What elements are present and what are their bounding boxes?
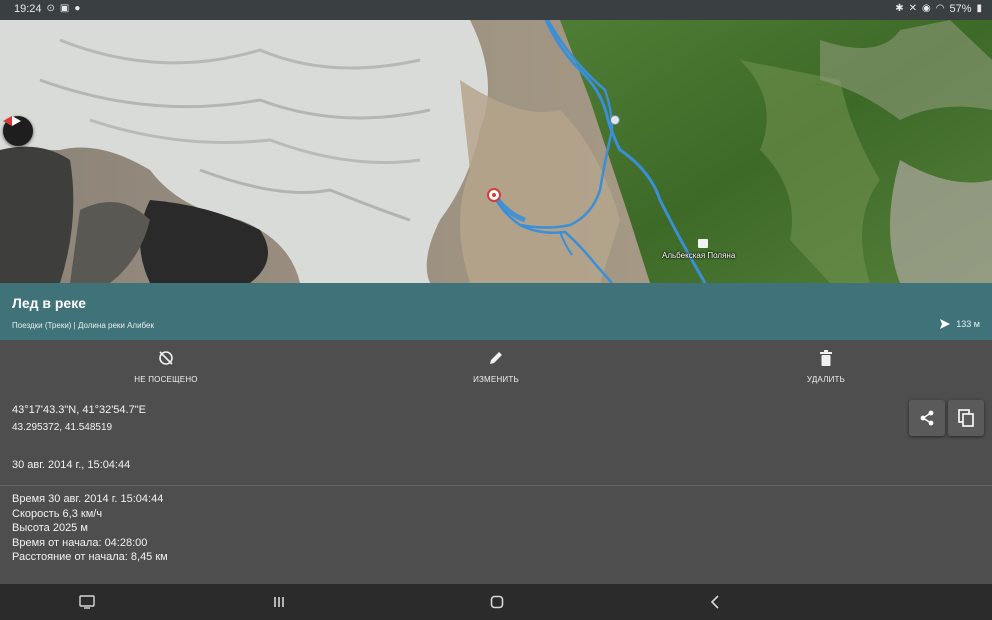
divider [0,485,992,486]
system-nav-bar [0,584,992,620]
target-icon: ⊙ [46,3,55,14]
not-visited-label: НЕ ПОСЕЩЕНО [134,375,198,384]
breadcrumb[interactable]: Поездки (Треки) | Долина реки Алибек [12,321,154,330]
copy-icon [958,409,974,427]
point-header: Лед в реке Поездки (Треки) | Долина реки… [0,283,992,340]
track-stats: Время 30 авг. 2014 г. 15:04:44 Скорость … [12,492,168,565]
battery-icon: ▮ [976,3,982,14]
eye-off-icon [159,351,173,365]
screenshot-icon [79,595,95,609]
bluetooth-icon: ✱ [895,3,904,14]
point-title: Лед в реке [12,295,87,311]
coordinates-decimal[interactable]: 43.295372, 41.548519 [12,422,112,433]
stat-time: Время 30 авг. 2014 г. 15:04:44 [12,493,164,505]
point-date: 30 авг. 2014 г., 15:04:44 [12,459,131,471]
delete-button[interactable]: УДАЛИТЬ [766,348,886,384]
status-bar: 19:24 ⊙ ▣ ● ✱ ✕ ◉ ◠ 57% ▮ [0,0,992,20]
mute-icon: ✕ [908,3,917,14]
stat-elapsed: Время от начала: 04:28:00 [12,536,148,549]
map-view[interactable]: Альбекская Поляна [0,20,992,283]
delete-label: УДАЛИТЬ [806,375,846,384]
distance-value: 133 м [956,319,980,329]
not-visited-button[interactable]: НЕ ПОСЕЩЕНО [106,348,226,384]
direction-arrow-icon [940,319,951,329]
back-button[interactable] [704,592,726,612]
stat-distance: Расстояние от начала: 8,45 км [12,551,168,563]
share-icon [920,410,934,426]
pencil-icon [490,352,502,364]
coordinates-dms[interactable]: 43°17'43.3"N, 41°32'54.7"E [12,404,146,416]
satellite-map [0,20,992,283]
recents-button[interactable] [268,592,290,612]
pin-icon: ● [74,3,81,14]
status-right: ✱ ✕ ◉ ◠ 57% ▮ [895,3,982,15]
screenshot-button[interactable] [76,592,98,612]
image-icon: ▣ [59,3,70,14]
compass-button[interactable] [3,116,33,146]
stat-speed: Скорость 6,3 км/ч [12,507,103,520]
trash-icon [820,350,832,366]
compass-icon [3,116,21,126]
home-icon [490,595,504,609]
recents-icon [274,597,284,607]
share-button[interactable] [909,400,945,436]
map-place-label: Альбекская Поляна [662,251,736,260]
village-marker[interactable] [610,115,620,125]
home-button[interactable] [486,592,508,612]
location-icon: ◉ [921,3,931,14]
edit-label: ИЗМЕНИТЬ [473,375,519,384]
copy-button[interactable] [948,400,984,436]
distance-info: 133 м [940,319,980,329]
action-bar: НЕ ПОСЕЩЕНО ИЗМЕНИТЬ УДАЛИТЬ [0,340,992,394]
point-marker[interactable] [487,188,501,202]
wifi-icon: ◠ [935,3,945,14]
edit-button[interactable]: ИЗМЕНИТЬ [436,348,556,384]
hut-icon[interactable] [698,239,708,248]
status-time: 19:24 [14,3,42,15]
battery-level: 57% [949,3,972,15]
stat-altitude: Высота 2025 м [12,522,88,534]
back-icon [710,595,719,609]
status-left: 19:24 ⊙ ▣ ● [14,3,80,15]
marker-dot [492,193,496,197]
